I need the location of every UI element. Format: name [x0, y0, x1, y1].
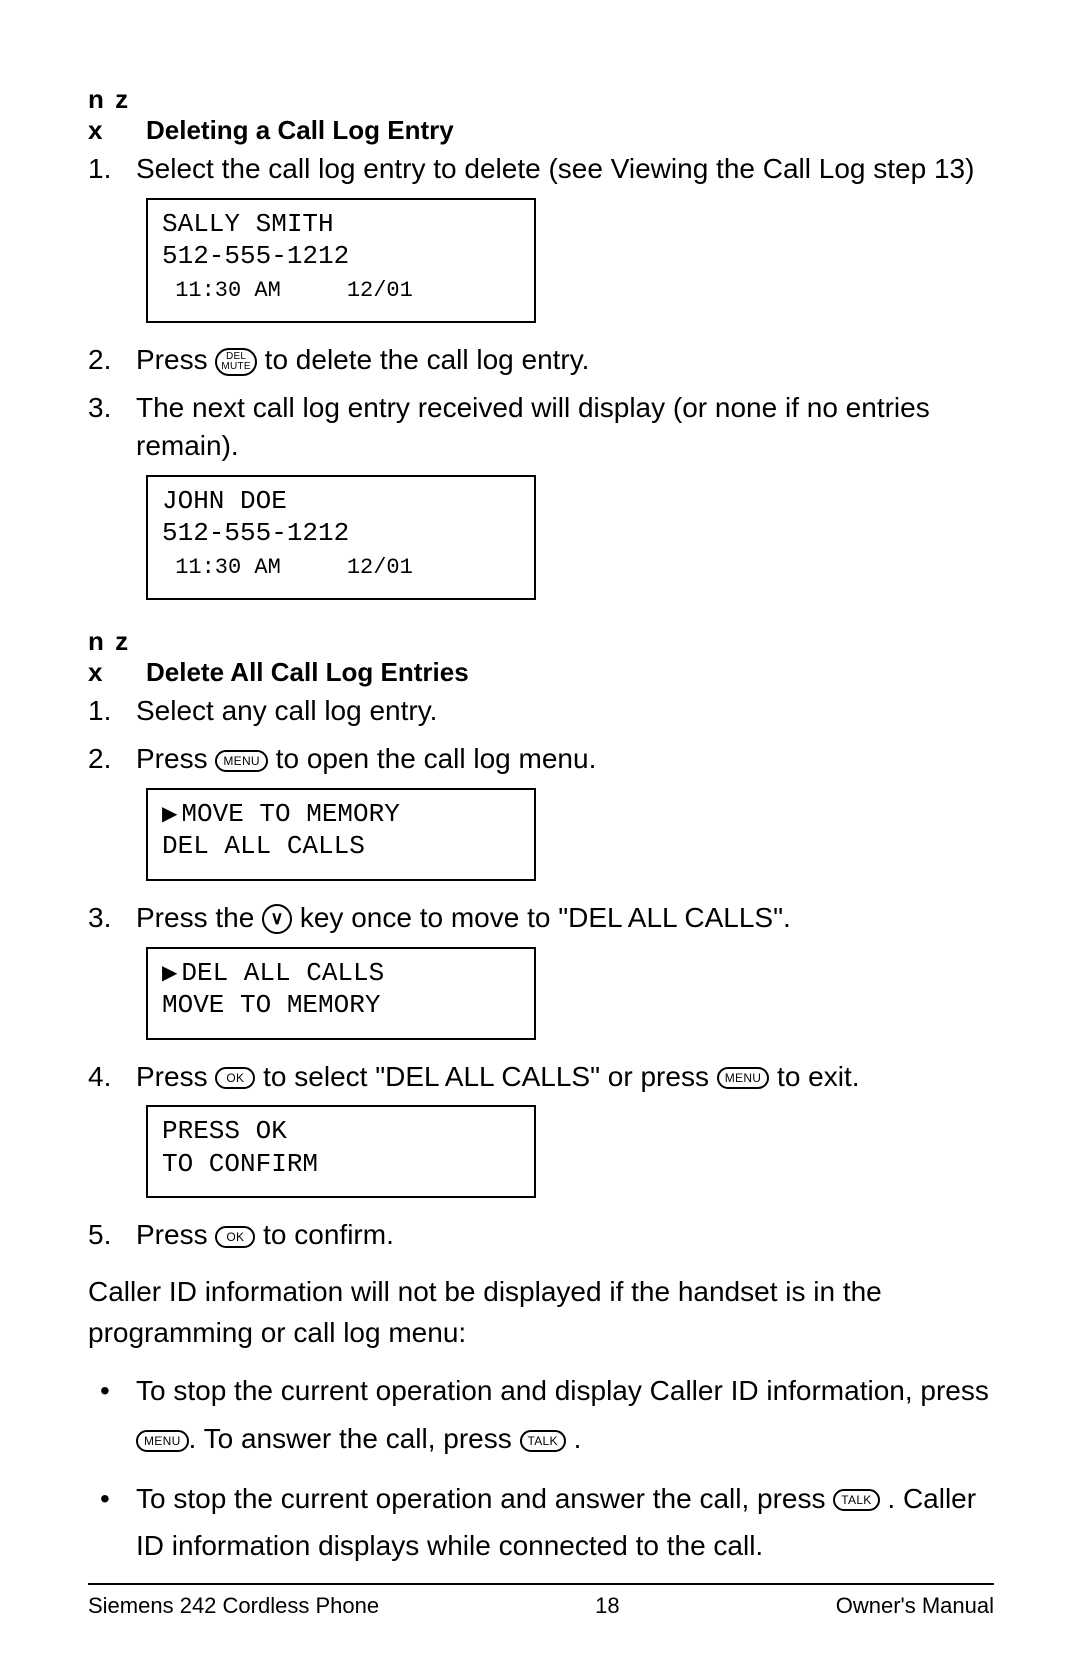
step-2: Press DELMUTE to delete the call log ent…	[88, 341, 994, 379]
lcd-confirm: PRESS OK TO CONFIRM	[146, 1105, 536, 1198]
bullet-text: To stop the current operation and displa…	[136, 1375, 989, 1406]
step-text: Select the call log entry to delete (see…	[136, 153, 974, 184]
step-text: Select any call log entry.	[136, 695, 437, 726]
lcd-line: JOHN DOE	[162, 486, 287, 516]
bullet-text: . To answer the call, press	[189, 1423, 520, 1454]
step-5: Press OK to confirm.	[88, 1216, 994, 1254]
steps-delete-entry: Select the call log entry to delete (see…	[88, 150, 994, 188]
lcd-line: MOVE TO MEMORY	[181, 799, 399, 829]
footer-page-number: 18	[595, 1593, 619, 1619]
heading-text: Deleting a Call Log Entry	[146, 115, 454, 145]
step-4: Press OK to select "DEL ALL CALLS" or pr…	[88, 1058, 994, 1096]
lcd-line: PRESS OK	[162, 1116, 287, 1146]
footer-left: Siemens 242 Cordless Phone	[88, 1593, 379, 1619]
talk-button[interactable]: TALK	[520, 1430, 566, 1452]
footer-rule	[88, 1583, 994, 1585]
lcd-line: 512-555-1212	[162, 241, 349, 271]
ok-button[interactable]: OK	[215, 1226, 255, 1248]
step-text: Press	[136, 1219, 215, 1250]
section-heading-delete-entry: n z xDeleting a Call Log Entry	[88, 84, 994, 146]
step-3: Press the ∨ key once to move to "DEL ALL…	[88, 899, 994, 937]
pointer-icon: ▶	[162, 802, 177, 827]
heading-bullet: n z x	[88, 626, 146, 688]
talk-button[interactable]: TALK	[833, 1489, 879, 1511]
step-1: Select any call log entry.	[88, 692, 994, 730]
footer-right: Owner's Manual	[836, 1593, 994, 1619]
footer: Siemens 242 Cordless Phone 18 Owner's Ma…	[88, 1593, 994, 1619]
lcd-line: DEL ALL CALLS	[181, 958, 384, 988]
heading-text: Delete All Call Log Entries	[146, 657, 469, 687]
down-arrow-button[interactable]: ∨	[262, 904, 292, 934]
lcd-john: JOHN DOE 512-555-1212 11:30 AM 12/01	[146, 475, 536, 601]
menu-button[interactable]: MENU	[136, 1430, 189, 1452]
paragraph-caller-id: Caller ID information will not be displa…	[88, 1272, 994, 1353]
step-text: to delete the call log entry.	[257, 344, 590, 375]
lcd-sally: SALLY SMITH 512-555-1212 11:30 AM 12/01	[146, 198, 536, 324]
lcd-menu-1: ▶MOVE TO MEMORY DEL ALL CALLS	[146, 788, 536, 881]
step-1: Select the call log entry to delete (see…	[88, 150, 994, 188]
steps-delete-all-cont1: Press the ∨ key once to move to "DEL ALL…	[88, 899, 994, 937]
step-text: Press	[136, 344, 215, 375]
step-3: The next call log entry received will di…	[88, 389, 994, 465]
bullet-text: .	[566, 1423, 582, 1454]
lcd-line: 11:30 AM 12/01	[162, 555, 413, 580]
step-text: to exit.	[769, 1061, 859, 1092]
lcd-line: 11:30 AM 12/01	[162, 278, 413, 303]
lcd-line: TO CONFIRM	[162, 1149, 318, 1179]
step-text: The next call log entry received will di…	[136, 392, 930, 461]
pointer-icon: ▶	[162, 961, 177, 986]
bullet-text: To stop the current operation and answer…	[136, 1483, 833, 1514]
btn-bot: MUTE	[221, 362, 251, 372]
heading-bullet: n z x	[88, 84, 146, 146]
steps-delete-all: Select any call log entry. Press MENU to…	[88, 692, 994, 778]
steps-delete-entry-cont: Press DELMUTE to delete the call log ent…	[88, 341, 994, 464]
step-text: key once to move to "DEL ALL CALLS".	[292, 902, 791, 933]
bullet-list: To stop the current operation and displa…	[88, 1367, 994, 1569]
page: n z xDeleting a Call Log Entry Select th…	[0, 0, 1080, 1669]
del-mute-button[interactable]: DELMUTE	[215, 348, 257, 376]
step-text: Press	[136, 743, 215, 774]
lcd-line: DEL ALL CALLS	[162, 831, 365, 861]
bullet-1: To stop the current operation and displa…	[88, 1367, 994, 1462]
section-heading-delete-all: n z xDelete All Call Log Entries	[88, 626, 994, 688]
steps-delete-all-cont2: Press OK to select "DEL ALL CALLS" or pr…	[88, 1058, 994, 1096]
ok-button[interactable]: OK	[215, 1067, 255, 1089]
steps-delete-all-cont3: Press OK to confirm.	[88, 1216, 994, 1254]
step-text: to select "DEL ALL CALLS" or press	[255, 1061, 716, 1092]
lcd-line: SALLY SMITH	[162, 209, 334, 239]
step-text: to open the call log menu.	[268, 743, 596, 774]
menu-button[interactable]: MENU	[215, 750, 268, 772]
bullet-2: To stop the current operation and answer…	[88, 1475, 994, 1570]
lcd-menu-2: ▶DEL ALL CALLS MOVE TO MEMORY	[146, 947, 536, 1040]
menu-button[interactable]: MENU	[717, 1067, 770, 1089]
step-2: Press MENU to open the call log menu.	[88, 740, 994, 778]
step-text: Press	[136, 1061, 215, 1092]
step-text: to confirm.	[255, 1219, 393, 1250]
lcd-line: MOVE TO MEMORY	[162, 990, 380, 1020]
lcd-line: 512-555-1212	[162, 518, 349, 548]
step-text: Press the	[136, 902, 262, 933]
